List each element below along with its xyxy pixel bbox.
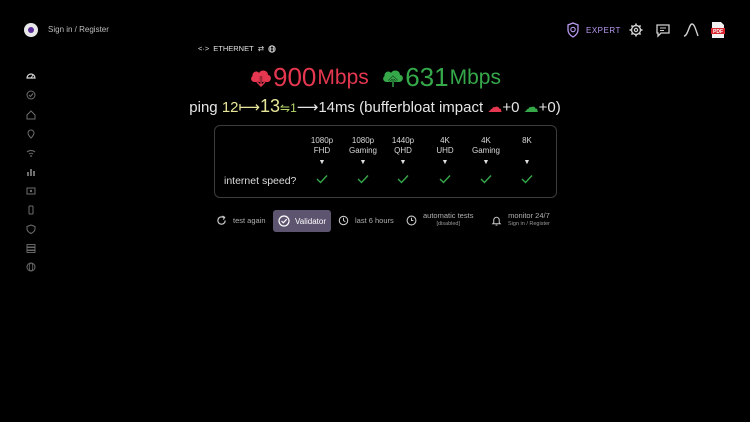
app-logo[interactable]	[24, 23, 38, 37]
quality-line2	[505, 146, 549, 156]
quality-arrow: ▼	[523, 159, 531, 166]
upload-unit: Mbps	[449, 65, 501, 89]
check-icon	[480, 175, 492, 184]
automatic-tests-button[interactable]: automatic tests [disabled]	[406, 212, 473, 228]
bufferbloat-up-icon: ☁	[523, 99, 539, 116]
validator-button[interactable]: Validator	[273, 210, 331, 232]
check-icon	[521, 175, 533, 184]
ping-idle: 12	[221, 99, 239, 116]
wifi-icon[interactable]	[26, 148, 36, 158]
quality-arrow: ▼	[399, 159, 407, 166]
server-icon[interactable]	[26, 243, 36, 253]
globe-icon[interactable]	[26, 262, 36, 272]
quality-arrow: ▼	[441, 159, 449, 166]
check-icon	[439, 175, 451, 184]
quality-column: 1080p FHD ▼	[300, 136, 344, 168]
pdf-label: PDF	[713, 29, 723, 35]
pdf-icon[interactable]: PDF	[710, 21, 726, 39]
quality-column: 1080p Gaming ▼	[341, 136, 385, 168]
automatic-tests-text: automatic tests [disabled]	[423, 212, 473, 228]
clock-icon	[406, 215, 417, 225]
quality-arrow: ▼	[482, 159, 490, 166]
bufferbloat-close: )	[555, 99, 561, 116]
quality-line2: UHD	[436, 146, 454, 155]
ping-swap-icon: ⇋	[280, 101, 291, 115]
actions-bar: test again Validator last 6 hours automa…	[0, 210, 750, 234]
expert-label: EXPERT	[586, 25, 621, 35]
quality-line1: 4K	[440, 136, 450, 145]
quality-line2: QHD	[394, 146, 412, 155]
quality-column: 8K ▼	[505, 136, 549, 168]
refresh-icon	[217, 215, 226, 225]
bufferbloat-label: (bufferbloat impact	[359, 99, 484, 116]
quality-arrow: ▼	[318, 159, 326, 166]
router-icon[interactable]	[26, 186, 36, 196]
automatic-tests-status: [disabled]	[436, 221, 460, 227]
history-button[interactable]: last 6 hours	[338, 215, 394, 226]
ping-line: ping 12⟼13⇋1⟶14ms (bufferbloat impact ☁+…	[0, 96, 750, 117]
graph-icon[interactable]	[683, 22, 699, 38]
quality-column: 4K Gaming ▼	[464, 136, 508, 168]
check-circle-icon	[278, 215, 290, 227]
upload-cloud-icon	[383, 70, 404, 87]
bell-icon	[491, 216, 502, 226]
validator-label: Validator	[295, 216, 326, 226]
download-value: 900	[273, 62, 317, 92]
quality-line1: 1080p	[351, 136, 375, 145]
test-again-label: test again	[233, 216, 266, 225]
ethernet-icon: <·>	[198, 44, 210, 53]
connection-label: ETHERNET	[213, 44, 254, 53]
download-speed: 900 Mbps	[249, 62, 369, 93]
quality-line1: 4K	[481, 136, 491, 145]
swap-icon: ⇄	[257, 44, 264, 53]
monitor-label: monitor 24/7	[508, 211, 550, 220]
monitor-text: monitor 24/7 Sign in / Register	[508, 212, 550, 228]
connection-type[interactable]: <·> ETHERNET ⇄	[198, 44, 276, 53]
quality-column: 4K UHD ▼	[423, 136, 467, 168]
check-icon	[397, 175, 409, 184]
history-icon	[338, 215, 349, 226]
signin-link[interactable]: Sign in / Register	[48, 25, 109, 34]
history-label: last 6 hours	[355, 216, 394, 225]
check-icon	[357, 175, 369, 184]
download-unit: Mbps	[317, 65, 369, 89]
monitor-button[interactable]: monitor 24/7 Sign in / Register	[491, 212, 550, 228]
download-cloud-icon	[251, 70, 271, 88]
quality-line2: FHD	[313, 146, 331, 155]
expert-badge-icon	[567, 22, 579, 38]
monitor-sub-label: Sign in / Register	[508, 221, 550, 227]
upload-speed: 631 Mbps	[381, 62, 501, 93]
speed-results: 900 Mbps 631 Mbps	[0, 62, 750, 93]
quality-line1: 1080p	[310, 136, 334, 145]
test-again-button[interactable]: test again	[216, 215, 266, 226]
ping-arrow-icon: ⟼	[238, 99, 261, 116]
quality-question: internet speed?	[224, 175, 297, 187]
location-icon[interactable]	[26, 129, 36, 139]
ping-down: 1	[290, 101, 297, 115]
quality-line2: Gaming	[348, 146, 377, 155]
quality-arrow: ▼	[359, 159, 367, 166]
quality-line2: Gaming	[471, 146, 500, 155]
ping-unit: ms	[335, 99, 355, 116]
ping-loaded: 13	[260, 96, 281, 116]
check-icon	[316, 175, 328, 184]
automatic-tests-label: automatic tests	[423, 211, 474, 220]
quality-line1: 8K	[522, 136, 532, 145]
upload-value: 631	[405, 62, 449, 92]
gear-icon[interactable]	[628, 22, 644, 38]
ping-label: ping	[189, 99, 218, 116]
ping-up: 14	[318, 99, 335, 116]
quality-column: 1440p QHD ▼	[381, 136, 425, 168]
top-bar: Sign in / Register EXPERT PDF	[0, 0, 750, 60]
chat-icon[interactable]	[655, 22, 671, 38]
bufferbloat-up-value: +0	[538, 99, 556, 116]
globe-icon	[268, 44, 276, 53]
expert-mode-button[interactable]: EXPERT	[566, 22, 621, 38]
chart-icon[interactable]	[26, 167, 36, 177]
bufferbloat-down-value: +0	[502, 99, 520, 116]
ping-right-arrow-icon: ⟶	[296, 99, 319, 116]
quality-card: 1080p FHD ▼ 1080p Gaming ▼ 1440p QHD ▼ 4…	[214, 125, 557, 198]
bufferbloat-down-icon: ☁	[487, 99, 503, 116]
quality-line1: 1440p	[391, 136, 415, 145]
